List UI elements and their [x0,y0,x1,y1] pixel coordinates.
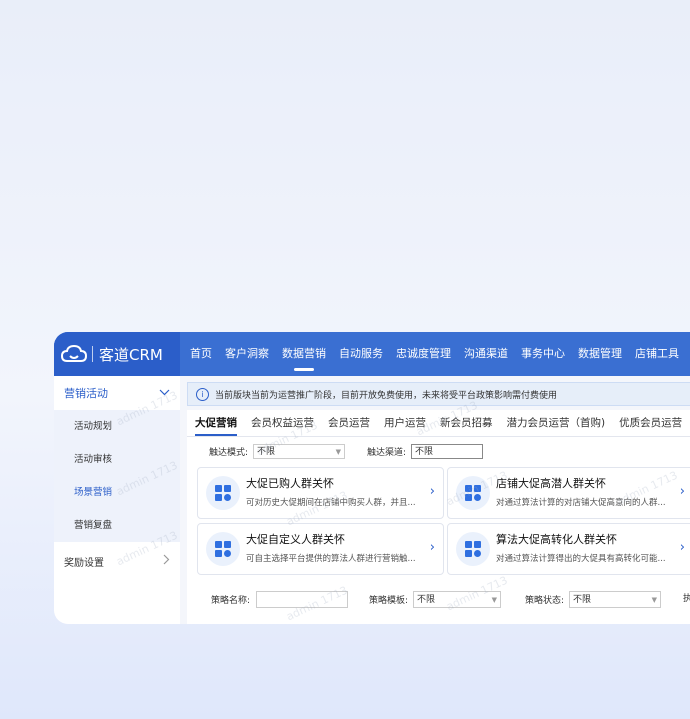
scene-panel: 触达模式: 不限 ▼ 触达渠道: 不限 大促已购人群关怀 可对历史大促期间在店铺… [187,437,690,593]
scene-card-title: 大促自定义人群关怀 [246,533,345,546]
filter-mode-label: 触达模式: [209,448,249,458]
nav-item-home[interactable]: 首页 [190,332,212,376]
nav-item-shop-tools[interactable]: 店铺工具 [635,332,679,376]
info-icon: i [196,387,209,401]
sidebar-item-activity-planning[interactable]: 活动规划 [54,410,180,443]
cloud-logo-icon [60,344,88,362]
sidebar-group-label: 营销活动 [64,387,108,400]
strategy-name-input[interactable] [256,591,349,608]
scene-card-title: 大促已购人群关怀 [246,477,334,490]
logo-divider [92,346,93,362]
sidebar-item-activity-review[interactable]: 活动审核 [54,443,180,476]
grid-icon [456,532,490,566]
chevron-right-icon: › [679,484,685,499]
sidebar: 营销活动 活动规划 活动审核 场景营销 营销复盘 奖励设置 [54,376,180,624]
sidebar-group-label: 奖励设置 [64,557,104,569]
channel-select[interactable]: 不限 [411,444,484,459]
filter-mode: 触达模式: 不限 ▼ [209,444,346,459]
sidebar-group-rewards[interactable]: 奖励设置 [54,542,180,580]
tab-member-ops[interactable]: 会员运营 [328,410,370,436]
tab-potential-member[interactable]: 潜力会员运营（首购) [507,410,606,436]
strategy-template-value: 不限 [417,595,436,605]
grid-icon [456,476,490,510]
nav-item-affairs[interactable]: 事务中心 [521,332,565,376]
scene-card-desc: 可自主选择平台提供的算法人群进行营销触... [246,554,416,564]
strategy-extra-label: 执 [683,594,690,604]
caret-down-icon: ▼ [335,448,342,456]
scene-card-custom[interactable]: 大促自定义人群关怀 可自主选择平台提供的算法人群进行营销触... › [197,523,444,575]
tab-quality-member[interactable]: 优质会员运营 [619,410,682,436]
strategy-name-filter: 策略名称: [211,591,349,608]
grid-icon [206,476,240,510]
mode-select[interactable]: 不限 ▼ [253,444,346,459]
scene-card-title: 店铺大促高潜人群关怀 [496,477,606,490]
chevron-right-icon: › [679,540,685,555]
tab-member-benefits[interactable]: 会员权益运营 [251,410,314,436]
notice-text: 当前版块当前为运营推广阶段，目前开放免费使用，未来将受平台政策影响需付费使用 [215,390,558,401]
strategy-template-filter: 策略模板: 不限 ▼ [369,591,502,608]
caret-down-icon: ▼ [491,596,498,604]
strategy-template-select[interactable]: 不限 ▼ [413,591,502,608]
strategy-status-label: 策略状态: [525,596,565,606]
scene-tabs: 大促营销 会员权益运营 会员运营 用户运营 新会员招募 潜力会员运营（首购) 优… [187,410,690,437]
chevron-right-icon [163,554,170,568]
notice-banner: i 当前版块当前为运营推广阶段，目前开放免费使用，未来将受平台政策影响需付费使用 [187,382,690,406]
sidebar-group-marketing[interactable]: 营销活动 [54,376,180,410]
strategy-status-filter: 策略状态: 不限 ▼ [525,591,662,608]
nav-item-customer-insight[interactable]: 客户洞察 [225,332,269,376]
sidebar-item-scene-marketing[interactable]: 场景营销 [54,476,180,509]
tab-new-member[interactable]: 新会员招募 [440,410,493,436]
scene-card-high-potential[interactable]: 店铺大促高潜人群关怀 对通过算法计算的对店铺大促高意向的人群... › [447,467,690,519]
nav-item-auto-service[interactable]: 自动服务 [339,332,383,376]
caret-down-icon: ▼ [651,596,658,604]
scene-card-purchased[interactable]: 大促已购人群关怀 可对历史大促期间在店铺中购买人群，并且... › [197,467,444,519]
scene-card-title: 算法大促高转化人群关怀 [496,533,617,546]
nav-item-channels[interactable]: 沟通渠道 [464,332,508,376]
mode-select-value: 不限 [257,447,276,457]
main-nav: 首页 客户洞察 数据营销 自动服务 忠诚度管理 沟通渠道 事务中心 数据管理 店… [190,332,690,376]
grid-icon [206,532,240,566]
chevron-right-icon: › [429,540,435,555]
scene-card-desc: 对通过算法计算得出的大促具有高转化可能... [496,554,666,564]
nav-item-loyalty[interactable]: 忠诚度管理 [396,332,451,376]
app-name: 客道CRM [99,345,163,364]
strategy-extra-filter: 执 [683,591,690,604]
filter-channel: 触达渠道: 不限 [367,444,484,459]
main-content: i 当前版块当前为运营推广阶段，目前开放免费使用，未来将受平台政策影响需付费使用… [187,382,690,624]
scene-card-desc: 可对历史大促期间在店铺中购买人群，并且... [246,498,416,508]
app-logo[interactable]: 客道CRM [54,332,180,376]
nav-item-data-marketing[interactable]: 数据营销 [282,332,326,376]
scene-card-algorithm[interactable]: 算法大促高转化人群关怀 对通过算法计算得出的大促具有高转化可能... › [447,523,690,575]
scene-card-desc: 对通过算法计算的对店铺大促高意向的人群... [496,498,666,508]
top-navbar: 客道CRM 首页 客户洞察 数据营销 自动服务 忠诚度管理 沟通渠道 事务中心 … [54,332,690,376]
chevron-down-icon [159,388,170,399]
filter-channel-label: 触达渠道: [367,448,407,458]
strategy-status-select[interactable]: 不限 ▼ [569,591,662,608]
channel-select-value: 不限 [415,447,434,457]
nav-item-data-management[interactable]: 数据管理 [578,332,622,376]
strategy-template-label: 策略模板: [369,596,409,606]
sidebar-item-marketing-review[interactable]: 营销复盘 [54,509,180,542]
strategy-filter-bar: 策略名称: 策略模板: 不限 ▼ 策略状态: 不限 ▼ 执 [187,582,690,624]
strategy-name-label: 策略名称: [211,596,251,606]
tab-promotion[interactable]: 大促营销 [195,410,237,436]
strategy-status-value: 不限 [573,595,592,605]
tab-user-ops[interactable]: 用户运营 [384,410,426,436]
crm-window: 客道CRM 首页 客户洞察 数据营销 自动服务 忠诚度管理 沟通渠道 事务中心 … [54,332,690,624]
chevron-right-icon: › [429,484,435,499]
